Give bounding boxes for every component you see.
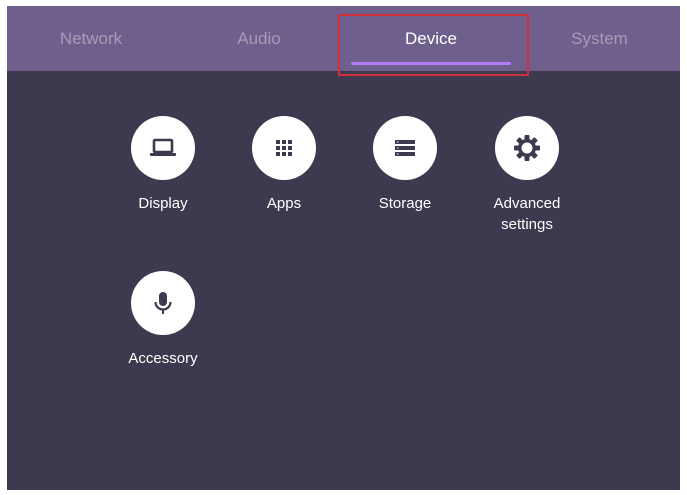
tab-system-label: System [571, 29, 628, 48]
advanced-settings-label: Advanced settings [493, 195, 561, 233]
apps-grid-icon [276, 140, 292, 156]
active-tab-indicator [351, 62, 511, 65]
tab-audio-label: Audio [237, 29, 281, 48]
microphone-icon [154, 292, 172, 314]
storage-icon-circle [373, 116, 437, 180]
apps-item[interactable]: Apps [229, 116, 339, 214]
accessory-item[interactable]: Accessory [108, 271, 218, 369]
apps-label: Apps [266, 195, 302, 212]
advanced-settings-icon-circle [495, 116, 559, 180]
tab-network-label: Network [59, 29, 123, 48]
tab-bar: Network Audio Device System [7, 6, 680, 71]
tab-device-label: Device [405, 29, 457, 48]
apps-icon-circle [252, 116, 316, 180]
storage-label: Storage [378, 195, 432, 212]
storage-icon [395, 140, 415, 156]
advanced-settings-item[interactable]: Advanced settings [472, 116, 582, 235]
accessory-icon-circle [131, 271, 195, 335]
device-settings-screen: Network Audio Device System Display Apps… [7, 6, 680, 490]
tab-system[interactable]: System [519, 6, 680, 71]
accessory-label: Accessory [128, 350, 198, 367]
tab-network[interactable]: Network [7, 6, 175, 71]
laptop-icon [150, 138, 176, 156]
display-label: Display [138, 195, 188, 212]
storage-item[interactable]: Storage [350, 116, 460, 214]
tab-device[interactable]: Device [343, 6, 519, 71]
tab-audio[interactable]: Audio [175, 6, 343, 71]
display-item[interactable]: Display [108, 116, 218, 214]
gear-icon [514, 135, 540, 161]
display-icon-circle [131, 116, 195, 180]
